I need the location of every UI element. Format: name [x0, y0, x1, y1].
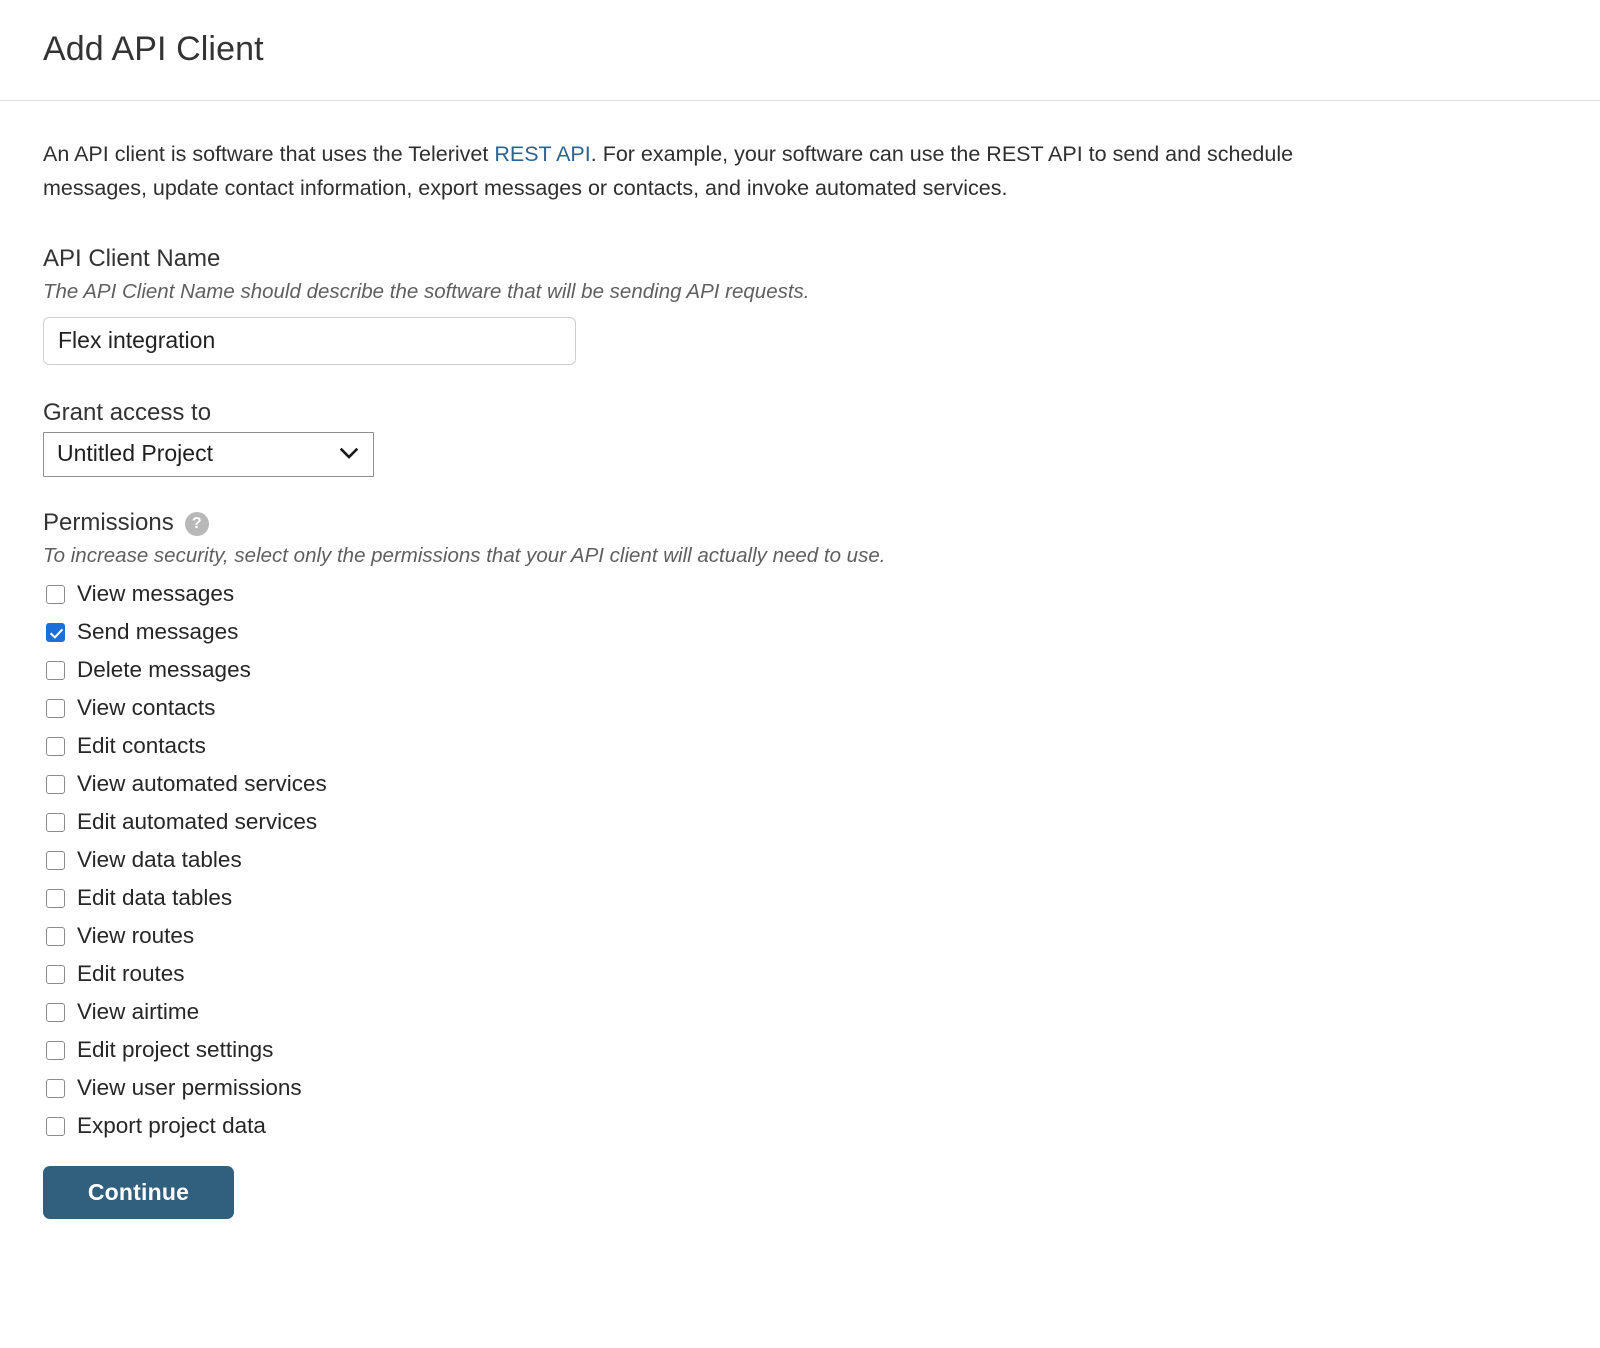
permission-label[interactable]: View automated services — [77, 772, 327, 797]
checkbox-icon[interactable] — [46, 965, 65, 985]
permission-label[interactable]: Send messages — [77, 620, 238, 645]
intro-text-before: An API client is software that uses the … — [43, 142, 495, 166]
checkbox-icon[interactable] — [46, 889, 65, 909]
continue-button[interactable]: Continue — [43, 1165, 234, 1219]
checkbox-icon[interactable] — [46, 775, 65, 795]
checkbox-icon[interactable] — [46, 1041, 65, 1061]
permission-row[interactable]: Send messages — [43, 614, 1557, 652]
checkbox-icon[interactable] — [46, 661, 65, 681]
permissions-list: View messages Send messages Delete message… — [43, 576, 1557, 1146]
page-header: Add API Client — [0, 0, 1600, 101]
permissions-hint: To increase security, select only the pe… — [43, 544, 886, 568]
checkbox-icon[interactable] — [46, 1079, 65, 1099]
permissions-group: Permissions ? To increase security, sele… — [43, 509, 1557, 1145]
permission-label[interactable]: Edit contacts — [77, 734, 206, 759]
permission-row[interactable]: Edit routes — [43, 956, 1557, 994]
permission-label[interactable]: Edit data tables — [77, 886, 232, 911]
page-content: An API client is software that uses the … — [0, 101, 1600, 1219]
permissions-label: Permissions — [43, 509, 174, 537]
permission-row[interactable]: Edit contacts — [43, 728, 1557, 766]
permission-row[interactable]: Edit automated services — [43, 804, 1557, 842]
permission-label[interactable]: Edit routes — [77, 962, 185, 987]
checkbox-icon[interactable] — [46, 813, 65, 833]
rest-api-link[interactable]: REST API — [494, 142, 590, 166]
permission-row[interactable]: View messages — [43, 576, 1557, 614]
permission-label[interactable]: Export project data — [77, 1114, 266, 1139]
api-client-name-group: API Client Name The API Client Name shou… — [43, 245, 1557, 366]
checkbox-icon[interactable] — [46, 585, 65, 605]
page-title: Add API Client — [43, 30, 264, 69]
grant-access-select[interactable]: Untitled Project — [43, 432, 374, 478]
permission-row[interactable]: View routes — [43, 918, 1557, 956]
permissions-header: Permissions ? — [43, 509, 1557, 538]
permission-row[interactable]: View data tables — [43, 842, 1557, 880]
api-client-name-hint: The API Client Name should describe the … — [43, 279, 810, 303]
permission-row[interactable]: View automated services — [43, 766, 1557, 804]
help-icon[interactable]: ? — [184, 511, 209, 536]
checkbox-checked-icon[interactable] — [46, 623, 65, 643]
permission-label[interactable]: View routes — [77, 924, 194, 949]
checkbox-icon[interactable] — [46, 1117, 65, 1137]
grant-access-label: Grant access to — [43, 399, 212, 427]
permission-label[interactable]: Edit project settings — [77, 1038, 273, 1063]
permission-label[interactable]: View contacts — [77, 696, 215, 721]
permission-label[interactable]: Edit automated services — [77, 810, 317, 835]
checkbox-icon[interactable] — [46, 737, 65, 757]
permission-label[interactable]: View user permissions — [77, 1076, 302, 1101]
permission-label[interactable]: View data tables — [77, 848, 242, 873]
grant-access-select-wrap: Untitled Project — [43, 432, 374, 478]
permission-row[interactable]: Edit data tables — [43, 880, 1557, 918]
permission-row[interactable]: Export project data — [43, 1108, 1557, 1146]
checkbox-icon[interactable] — [46, 699, 65, 719]
grant-access-group: Grant access to Untitled Project — [43, 399, 1557, 478]
permission-row[interactable]: Delete messages — [43, 652, 1557, 690]
permission-row[interactable]: View user permissions — [43, 1070, 1557, 1108]
permission-label[interactable]: View airtime — [77, 1000, 199, 1025]
permission-label[interactable]: View messages — [77, 582, 234, 607]
api-client-name-label: API Client Name — [43, 245, 221, 272]
permission-row[interactable]: Edit project settings — [43, 1032, 1557, 1070]
checkbox-icon[interactable] — [46, 927, 65, 947]
permission-row[interactable]: View airtime — [43, 994, 1557, 1032]
intro-paragraph: An API client is software that uses the … — [43, 137, 1388, 205]
permission-row[interactable]: View contacts — [43, 690, 1557, 728]
checkbox-icon[interactable] — [46, 851, 65, 871]
permission-label[interactable]: Delete messages — [77, 658, 251, 683]
api-client-name-input[interactable] — [43, 317, 576, 366]
checkbox-icon[interactable] — [46, 1003, 65, 1023]
